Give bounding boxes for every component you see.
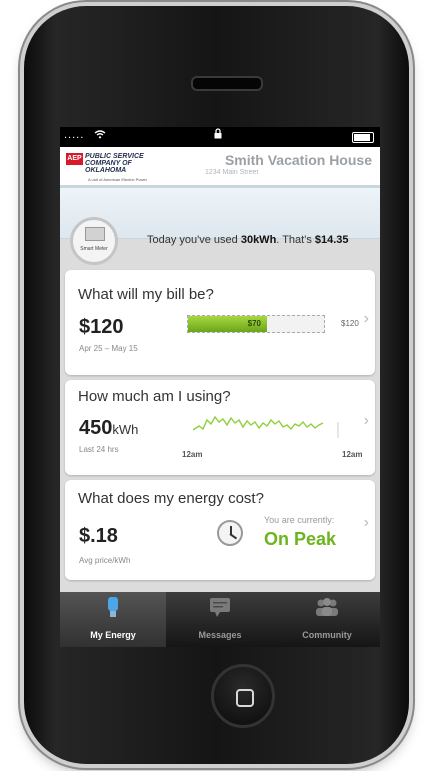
lock-icon	[214, 128, 222, 142]
company-logo: AEP PUBLIC SERVICE COMPANY OF OKLAHOMA A…	[66, 153, 174, 183]
bill-amount: $120	[79, 316, 124, 338]
tab-label: My Energy	[90, 630, 136, 640]
battery-icon	[352, 132, 374, 143]
cost-card-title: What does my energy cost?	[78, 490, 264, 507]
status-bar: .....	[60, 127, 380, 147]
logo-subtitle: A unit of American Electric Power	[88, 177, 147, 182]
tab-label: Messages	[198, 630, 242, 640]
bill-progress-bar: $70	[187, 315, 325, 333]
tab-bar: My Energy Messages Community	[60, 592, 380, 647]
meter-label: Smart Meter	[80, 246, 108, 252]
usage-card[interactable]: How much am I using? › 450kWh Last 24 hr…	[65, 380, 375, 475]
bulb-icon	[60, 597, 166, 625]
peak-status: On Peak	[264, 529, 337, 549]
message-icon	[167, 597, 273, 623]
app-header: AEP PUBLIC SERVICE COMPANY OF OKLAHOMA A…	[60, 147, 380, 188]
tab-messages[interactable]: Messages	[167, 592, 273, 647]
house-address: 1234 Main Street	[205, 169, 259, 176]
usage-summary-text: Today you've used 30kWh. That's $14.35	[147, 234, 349, 246]
bill-period: Apr 25 – May 15	[79, 344, 138, 353]
meter-face	[85, 227, 105, 241]
bill-progress-label: $70	[247, 319, 261, 328]
chevron-right-icon[interactable]: ›	[364, 412, 369, 430]
bill-progress-fill: $70	[188, 316, 267, 332]
tick-end: 12am	[342, 450, 363, 459]
bill-max-label: $120	[341, 319, 359, 328]
home-button[interactable]	[211, 664, 275, 728]
logo-badge: AEP	[66, 153, 83, 165]
bill-card[interactable]: What will my bill be? › $120 Apr 25 – Ma…	[65, 270, 375, 375]
tab-label: Community	[302, 630, 352, 640]
cost-card[interactable]: What does my energy cost? › $.18 Avg pri…	[65, 480, 375, 580]
usage-period: Last 24 hrs	[79, 445, 119, 454]
house-name: Smith Vacation House	[224, 152, 372, 168]
usage-card-title: How much am I using?	[78, 388, 231, 405]
usage-value: 450kWh	[79, 417, 139, 439]
usage-sparkline	[193, 415, 339, 438]
chevron-right-icon[interactable]: ›	[364, 310, 369, 328]
tab-community[interactable]: Community	[274, 592, 380, 647]
tick-start: 12am	[182, 450, 203, 459]
price-label: Avg price/kWh	[79, 556, 131, 565]
bill-card-title: What will my bill be?	[78, 286, 214, 303]
tab-my-energy[interactable]: My Energy	[60, 592, 166, 647]
speaker-grille	[191, 76, 263, 91]
currently-label: You are currently:	[264, 515, 335, 525]
chevron-right-icon[interactable]: ›	[364, 514, 369, 532]
logo-text: PUBLIC SERVICE COMPANY OF OKLAHOMA	[85, 153, 144, 174]
smart-meter-icon: Smart Meter	[70, 217, 118, 265]
avg-price: $.18	[79, 525, 118, 547]
wifi-icon	[94, 129, 106, 142]
community-icon	[274, 597, 380, 623]
home-square-icon	[236, 689, 254, 707]
clock-icon	[217, 520, 243, 546]
signal-icon: .....	[64, 129, 85, 141]
